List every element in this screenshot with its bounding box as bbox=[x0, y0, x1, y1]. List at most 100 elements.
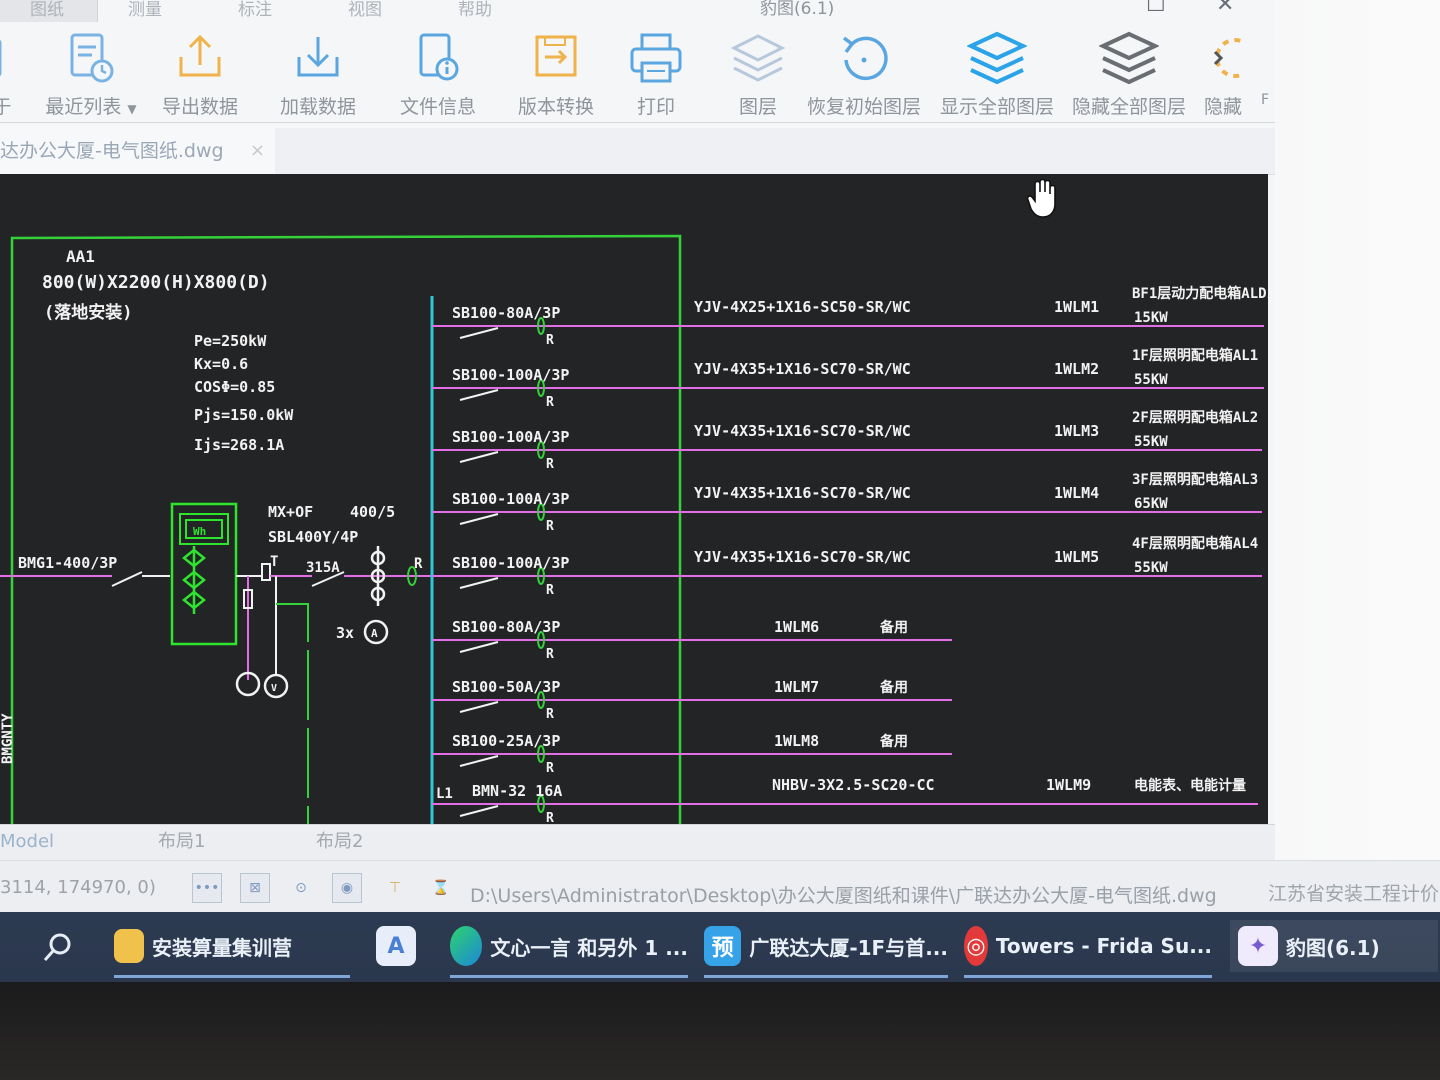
main-breaker-label: SBL400Y/4P bbox=[268, 528, 358, 546]
feeder-breaker-switch bbox=[459, 513, 499, 525]
print-button[interactable]: 打印 bbox=[626, 28, 686, 119]
feeder-circuit-id: 1WLM8 bbox=[774, 732, 819, 750]
restore-layers-button[interactable]: 恢复初始图层 bbox=[800, 28, 928, 119]
feeder-r-label: R bbox=[546, 333, 554, 348]
layout-tabs: Model 布局1 布局2 bbox=[0, 824, 1275, 861]
file-info-button[interactable]: 文件信息 bbox=[396, 28, 480, 119]
feeder-circuit-id: 1WLM6 bbox=[774, 618, 819, 636]
download-icon bbox=[297, 37, 339, 77]
feeder-breaker-label: SB100-80A/3P bbox=[452, 618, 560, 636]
close-tab-icon[interactable]: × bbox=[250, 128, 265, 174]
feeder-breaker-label: SB100-25A/3P bbox=[452, 732, 560, 750]
folder-icon bbox=[114, 929, 144, 963]
osnap-toggle-button[interactable]: ◉ bbox=[332, 873, 362, 903]
feeder-breaker-label: SB100-80A/3P bbox=[452, 304, 560, 322]
meter-coils bbox=[181, 546, 207, 614]
feeder-circuit-id: 1WLM5 bbox=[1054, 548, 1099, 566]
feeder-r-label: R bbox=[546, 395, 554, 410]
layers-button[interactable]: 图层 bbox=[728, 28, 788, 119]
feeder-r-label: R bbox=[546, 647, 554, 662]
hide-all-layers-button[interactable]: 隐藏全部图层 bbox=[1066, 28, 1192, 119]
feeder-destination: 4F层照明配电箱AL4 bbox=[1132, 535, 1258, 552]
feeder-r-label: R bbox=[546, 457, 554, 472]
tab-layout1[interactable]: 布局1 bbox=[158, 825, 205, 861]
meter-label: Wh bbox=[193, 525, 206, 538]
feeder-breaker-switch bbox=[459, 451, 499, 463]
feeder-destination: 备用 bbox=[879, 619, 908, 636]
side-window-text: 江苏省安装工程计价 bbox=[1268, 883, 1440, 905]
menu-bar: 图纸 测量 标注 视图 帮助 bbox=[0, 0, 1275, 22]
feeder-breaker-label: SB100-100A/3P bbox=[452, 428, 569, 446]
restore-icon bbox=[842, 36, 888, 81]
version-convert-button[interactable]: 版本转换 bbox=[514, 28, 598, 119]
partial-icon bbox=[0, 39, 2, 77]
ribbon-partial-right[interactable]: F bbox=[1258, 28, 1272, 108]
tab-model[interactable]: Model bbox=[0, 825, 54, 861]
hide-button[interactable]: 隐藏 bbox=[1198, 28, 1248, 119]
maximize-button[interactable]: ☐ bbox=[1146, 0, 1166, 17]
schematic-drawing: AA1 800(W)X2200(H)X800(D) (落地安装) Pe=250k… bbox=[0, 234, 1268, 824]
taskbar-item-preview[interactable]: 预 广联达大厦-1F与首... bbox=[704, 920, 948, 978]
taskbar-item-edge[interactable]: 文心一言 和另外 1 ... bbox=[450, 920, 688, 978]
snap-dots-button[interactable]: ••• bbox=[192, 873, 222, 903]
menu-item-annotate[interactable]: 标注 bbox=[208, 0, 318, 22]
file-tab[interactable]: 达办公大厦-电气图纸.dwg × bbox=[0, 128, 275, 174]
feeder-destination: 3F层照明配电箱AL3 bbox=[1132, 471, 1258, 488]
ribbon-toolbar: 于 最近列表 ▼ 导出数据 加载数据 文件信息 版本转换 打印 图层 恢复初始图… bbox=[0, 22, 1275, 123]
menu-item-help[interactable]: 帮助 bbox=[428, 0, 538, 22]
feeder-breaker-switch bbox=[459, 641, 499, 653]
param-pe: Pe=250kW bbox=[194, 332, 267, 350]
taskbar: 安装算量集训营 A 文心一言 和另外 1 ... 预 广联达大厦-1F与首...… bbox=[0, 912, 1440, 982]
feeder-cable-label: NHBV-3X2.5-SC20-CC bbox=[772, 776, 935, 794]
feeder-breaker-switch bbox=[459, 327, 499, 339]
feeder-destination: 1F层照明配电箱AL1 bbox=[1132, 347, 1258, 364]
hand-cursor-icon bbox=[1026, 178, 1056, 218]
grid-toggle-button[interactable]: ⊠ bbox=[240, 873, 270, 903]
recent-list-button[interactable]: 最近列表 ▼ bbox=[36, 28, 146, 119]
feeder-cable-label: YJV-4X35+1X16-SC70-SR/WC bbox=[694, 422, 911, 440]
taskbar-item-folder[interactable]: 安装算量集训营 bbox=[114, 920, 350, 978]
ribbon-partial-left[interactable]: 于 bbox=[0, 28, 12, 119]
taskbar-item-app-a[interactable]: A bbox=[376, 920, 424, 972]
feeder-cable-label: YJV-4X25+1X16-SC50-SR/WC bbox=[694, 298, 911, 316]
taskbar-item-music[interactable]: ◎ Towers - Frida Su... bbox=[964, 920, 1212, 978]
menu-item-measure[interactable]: 测量 bbox=[98, 0, 208, 22]
feeder-power: 65KW bbox=[1134, 496, 1168, 512]
ortho-toggle-button[interactable]: ⊙ bbox=[286, 873, 316, 903]
feeder-breaker-switch bbox=[459, 701, 499, 713]
polar-toggle-button[interactable]: ⊤ bbox=[380, 873, 410, 903]
side-vertical-label: BMGNTY bbox=[0, 713, 16, 764]
search-icon[interactable] bbox=[40, 930, 76, 966]
leopard-icon: ✦ bbox=[1238, 926, 1278, 966]
export-icon bbox=[179, 34, 221, 77]
hourglass-icon[interactable]: ⌛ bbox=[426, 873, 456, 903]
param-ijs: Ijs=268.1A bbox=[194, 436, 284, 454]
feeder-cable-label: YJV-4X35+1X16-SC70-SR/WC bbox=[694, 484, 911, 502]
feeder-breaker-label: SB100-100A/3P bbox=[452, 554, 569, 572]
feeder-breaker-switch bbox=[459, 755, 499, 767]
feeder-circuit-id: 1WLM1 bbox=[1054, 298, 1099, 316]
close-window-button[interactable]: ✕ bbox=[1216, 0, 1234, 17]
hide-icon bbox=[1213, 38, 1243, 78]
menu-item-view[interactable]: 视图 bbox=[318, 0, 428, 22]
show-all-layers-button[interactable]: 显示全部图层 bbox=[934, 28, 1060, 119]
feeder-r-label: R bbox=[546, 761, 554, 776]
feeder-destination: 备用 bbox=[879, 679, 908, 696]
tab-layout2[interactable]: 布局2 bbox=[316, 825, 363, 861]
ct-ratio: 400/5 bbox=[350, 503, 395, 521]
cursor-coordinates: 3114, 174970, 0) bbox=[0, 877, 156, 898]
drawing-canvas[interactable]: AA1 800(W)X2200(H)X800(D) (落地安装) Pe=250k… bbox=[0, 174, 1268, 824]
taskbar-item-leopard[interactable]: ✦ 豹图(6.1) bbox=[1230, 920, 1438, 972]
app-a-icon: A bbox=[376, 926, 416, 966]
export-data-button[interactable]: 导出数据 bbox=[158, 28, 242, 119]
feeder-breaker-label: SB100-100A/3P bbox=[452, 490, 569, 508]
feeder-r-label: R bbox=[546, 519, 554, 534]
feeder-breaker-label: SB100-100A/3P bbox=[452, 366, 569, 384]
incoming-feeder-label: BMG1-400/3P bbox=[18, 554, 117, 572]
printer-icon bbox=[630, 33, 682, 83]
svg-text:V: V bbox=[271, 683, 277, 694]
panel-note: (落地安装) bbox=[44, 302, 132, 323]
feeder-circuits: SB100-80A/3P R YJV-4X25+1X16-SC50-SR/WC 1WL… bbox=[432, 285, 1268, 824]
menu-item-drawing[interactable]: 图纸 bbox=[0, 0, 98, 22]
load-data-button[interactable]: 加载数据 bbox=[276, 28, 360, 119]
